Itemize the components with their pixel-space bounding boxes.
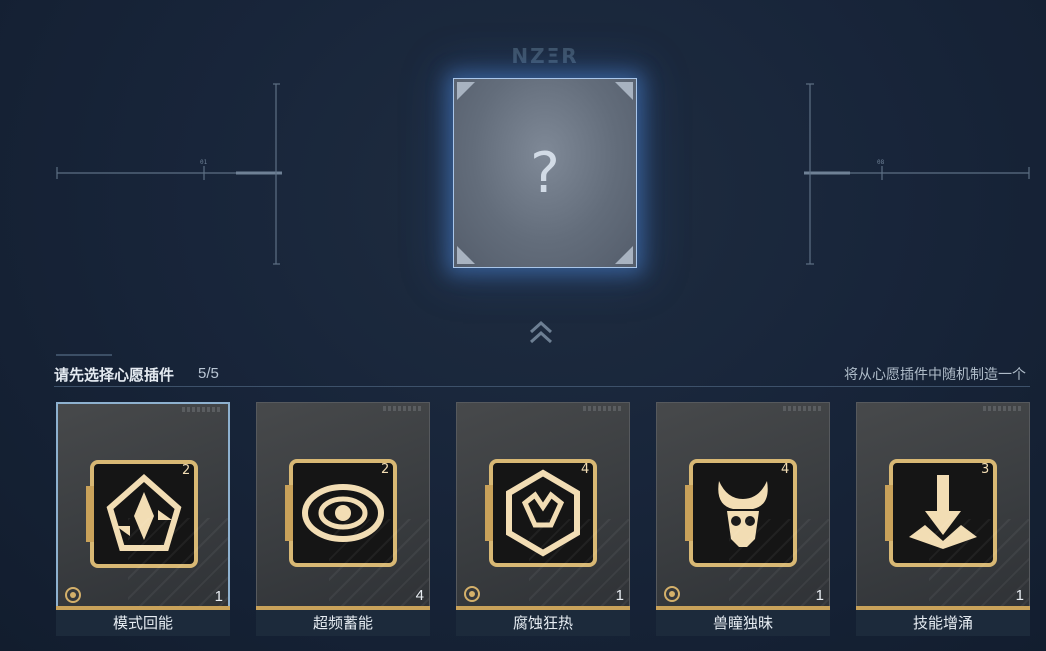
svg-text:2: 2 bbox=[182, 463, 190, 478]
corner-mark bbox=[457, 246, 475, 264]
plugin-name: 模式回能 bbox=[56, 610, 230, 636]
skill-surge-icon: 3 bbox=[885, 459, 997, 567]
brand-logo: NZΞR bbox=[511, 44, 579, 68]
double-chevron-up-icon[interactable] bbox=[527, 318, 555, 346]
plugin-card-art: 41 bbox=[456, 402, 630, 610]
svg-text:4: 4 bbox=[781, 462, 789, 477]
plugin-quantity: 1 bbox=[214, 588, 223, 605]
corner-mark bbox=[457, 82, 475, 100]
plugin-name: 兽瞳独昧 bbox=[656, 610, 830, 636]
plugin-card-art: 41 bbox=[656, 402, 830, 610]
card-code-mark bbox=[583, 406, 621, 411]
section-tick bbox=[56, 354, 112, 356]
plugin-card[interactable]: 4 1 腐蚀狂热 bbox=[456, 402, 630, 638]
eye-icon: 2 bbox=[285, 459, 397, 567]
question-mark: ? bbox=[530, 141, 560, 206]
plugin-card[interactable]: 4 1 兽瞳独昧 bbox=[656, 402, 830, 638]
corrosion-emblem-icon: 4 bbox=[485, 459, 597, 567]
svg-text:01: 01 bbox=[200, 159, 208, 166]
svg-text:2: 2 bbox=[381, 462, 389, 477]
svg-text:4: 4 bbox=[581, 462, 589, 477]
plugin-quantity: 1 bbox=[815, 587, 824, 604]
plugin-quantity: 1 bbox=[1015, 587, 1024, 604]
plugin-card-art: 21 bbox=[56, 402, 230, 610]
corner-mark bbox=[615, 82, 633, 100]
section-title: 请先选择心愿插件 bbox=[54, 367, 175, 384]
card-code-mark bbox=[182, 407, 220, 412]
plugin-quantity: 1 bbox=[615, 587, 624, 604]
section-divider bbox=[54, 386, 1030, 387]
svg-text:3: 3 bbox=[981, 462, 989, 477]
gear-badge-icon bbox=[464, 586, 480, 602]
card-code-mark bbox=[983, 406, 1021, 411]
selection-count: 5/5 bbox=[198, 365, 219, 382]
plugin-card[interactable]: 3 1 技能增涌 bbox=[856, 402, 1030, 638]
gear-badge-icon bbox=[664, 586, 680, 602]
card-code-mark bbox=[783, 406, 821, 411]
plugin-name: 腐蚀狂热 bbox=[456, 610, 630, 636]
demon-skull-icon: 4 bbox=[685, 459, 797, 567]
plugin-card[interactable]: 2 1 模式回能 bbox=[56, 402, 230, 638]
plugin-card-art: 31 bbox=[856, 402, 1030, 610]
corner-mark bbox=[615, 246, 633, 264]
plugin-card-art: 24 bbox=[256, 402, 430, 610]
plugin-card[interactable]: 2 4 超频蓄能 bbox=[256, 402, 430, 638]
gear-badge-icon bbox=[65, 587, 81, 603]
plugin-quantity: 4 bbox=[415, 587, 424, 604]
right-crosshair-decoration: 08 bbox=[804, 83, 1030, 265]
mystery-result-card: ? bbox=[453, 78, 637, 268]
card-code-mark bbox=[383, 406, 421, 411]
plugin-name: 超频蓄能 bbox=[256, 610, 430, 636]
plugin-name: 技能增涌 bbox=[856, 610, 1030, 636]
section-hint: 将从心愿插件中随机制造一个 bbox=[844, 366, 1026, 382]
cycle-burst-icon: 2 bbox=[86, 460, 198, 568]
left-crosshair-decoration: 01 bbox=[56, 83, 282, 265]
svg-text:08: 08 bbox=[877, 159, 885, 166]
